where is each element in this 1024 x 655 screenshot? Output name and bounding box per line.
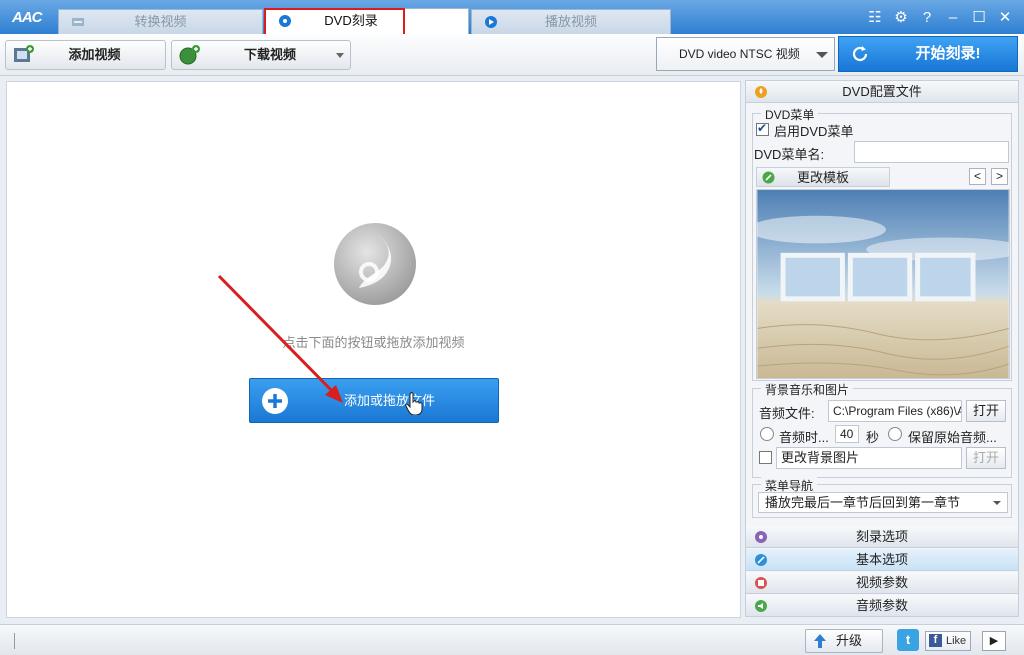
window-controls: ☷ ⚙ ? – ☐ ✕ — [866, 9, 1014, 27]
tab-dvd-label: DVD刻录 — [324, 13, 378, 28]
dvd-profile-label: DVD配置文件 — [842, 84, 922, 99]
fb-like-label: Like — [946, 635, 967, 647]
change-bg-image-checkbox[interactable] — [759, 451, 772, 464]
start-burn-button[interactable]: 开始刻录! — [838, 36, 1018, 72]
start-burn-label: 开始刻录! — [915, 45, 981, 62]
format-value: DVD video NTSC 视频 — [679, 47, 800, 61]
speaker-icon — [755, 600, 767, 612]
side-panel: DVD配置文件 DVD菜单 启用DVD菜单 DVD菜单名: 更改模板 < > 背… — [745, 80, 1019, 617]
tab-convert-label: 转换视频 — [134, 14, 187, 29]
template-next-button[interactable]: > — [991, 168, 1008, 185]
download-video-label: 下载视频 — [243, 47, 296, 62]
basic-options-label: 基本选项 — [855, 552, 908, 567]
disc-gear-icon — [755, 531, 767, 543]
wrench-icon — [755, 554, 767, 566]
expand-icon[interactable]: ▶ — [982, 631, 1006, 651]
status-divider — [14, 633, 15, 649]
change-template-tab[interactable]: 更改模板 — [756, 167, 890, 187]
help-icon[interactable]: ? — [918, 9, 936, 27]
title-bar: AAC 转换视频 DVD刻录 播放视频 ☷ ⚙ ? – ☐ ✕ — [0, 0, 1024, 35]
audio-duration-input[interactable]: 40 — [835, 425, 859, 443]
keep-original-audio-radio[interactable] — [888, 427, 902, 441]
video-drop-area[interactable]: 点击下面的按钮或拖放添加视频 添加或拖放文件 — [6, 81, 741, 618]
drop-hint-text: 点击下面的按钮或拖放添加视频 — [282, 335, 465, 350]
add-video-label: 添加视频 — [68, 47, 121, 62]
pencil-icon — [762, 171, 775, 184]
chevron-down-icon — [336, 53, 344, 58]
chevron-down-icon — [993, 501, 1001, 505]
section-burn-options[interactable]: 刻录选项 — [746, 526, 1018, 548]
twitter-icon[interactable]: t — [897, 629, 919, 651]
open-bg-image-button[interactable]: 打开 — [966, 447, 1006, 469]
dvd-menu-name-label: DVD菜单名: — [754, 147, 825, 162]
template-prev-button[interactable]: < — [969, 168, 986, 185]
section-video-params[interactable]: 视频参数 — [746, 572, 1018, 594]
hand-cursor-icon — [405, 392, 423, 415]
audio-params-label: 音频参数 — [855, 598, 908, 613]
tab-play-video[interactable]: 播放视频 — [471, 9, 671, 35]
keep-original-audio-label: 保留原始音频... — [908, 430, 997, 445]
audio-file-label: 音频文件: — [759, 406, 815, 421]
close-icon[interactable]: ✕ — [996, 9, 1014, 27]
minimize-icon[interactable]: – — [944, 9, 962, 27]
bg-legend: 背景音乐和图片 — [761, 381, 854, 398]
maximize-icon[interactable]: ☐ — [970, 9, 988, 27]
audio-file-path-input[interactable]: C:\Program Files (x86)\A — [828, 400, 962, 422]
app-logo: AAC — [12, 9, 42, 26]
enable-dvd-menu-label: 启用DVD菜单 — [774, 124, 854, 139]
change-template-label: 更改模板 — [796, 170, 849, 185]
dvd-menu-name-input[interactable] — [854, 141, 1009, 163]
add-or-drop-label: 添加或拖放文件 — [344, 393, 436, 408]
video-params-label: 视频参数 — [855, 575, 908, 590]
audio-duration-radio[interactable] — [760, 427, 774, 441]
plus-circle-icon — [262, 388, 288, 414]
add-video-button[interactable]: 添加视频 — [5, 40, 166, 70]
upgrade-button[interactable]: 升级 — [805, 629, 883, 653]
globe-add-icon — [179, 45, 200, 65]
template-preview-image — [756, 189, 1010, 379]
menu-nav-value: 播放完最后一章节后回到第一章节 — [765, 495, 961, 510]
enable-dvd-menu-checkbox[interactable] — [756, 121, 769, 136]
refresh-icon — [852, 46, 868, 62]
gear-icon[interactable]: ⚙ — [892, 9, 910, 27]
flame-icon — [755, 86, 767, 98]
upgrade-arrow-icon — [814, 634, 826, 648]
app-watermark-logo — [334, 223, 416, 305]
output-format-select[interactable]: DVD video NTSC 视频 — [656, 37, 835, 71]
film-icon — [755, 577, 767, 589]
section-basic-options[interactable]: 基本选项 — [746, 549, 1018, 571]
tab-play-label: 播放视频 — [544, 14, 597, 29]
chevron-down-icon — [816, 52, 828, 58]
status-bar: 升级 t f Like ▶ — [0, 624, 1024, 655]
template-bar: 更改模板 < > — [756, 167, 1010, 189]
add-or-drop-file-button[interactable]: 添加或拖放文件 — [249, 378, 499, 423]
change-bg-image-field[interactable]: 更改背景图片 — [776, 447, 962, 469]
feedback-icon[interactable]: ☷ — [866, 9, 884, 27]
upgrade-label: 升级 — [836, 633, 863, 648]
download-video-button[interactable]: 下载视频 — [171, 40, 351, 70]
tab-dvd-burn[interactable]: DVD刻录 — [265, 8, 469, 35]
section-audio-params[interactable]: 音频参数 — [746, 595, 1018, 617]
dvd-profile-header[interactable]: DVD配置文件 — [746, 81, 1018, 103]
seconds-label: 秒 — [866, 430, 880, 445]
tab-convert-video[interactable]: 转换视频 — [58, 9, 263, 35]
burn-options-label: 刻录选项 — [855, 529, 908, 544]
open-audio-button[interactable]: 打开 — [966, 400, 1006, 422]
facebook-like-button[interactable]: f Like — [925, 631, 971, 651]
film-add-icon — [14, 45, 34, 62]
facebook-icon: f — [929, 634, 942, 647]
audio-duration-label: 音频时... — [779, 430, 829, 445]
menu-navigation-select[interactable]: 播放完最后一章节后回到第一章节 — [758, 492, 1008, 513]
